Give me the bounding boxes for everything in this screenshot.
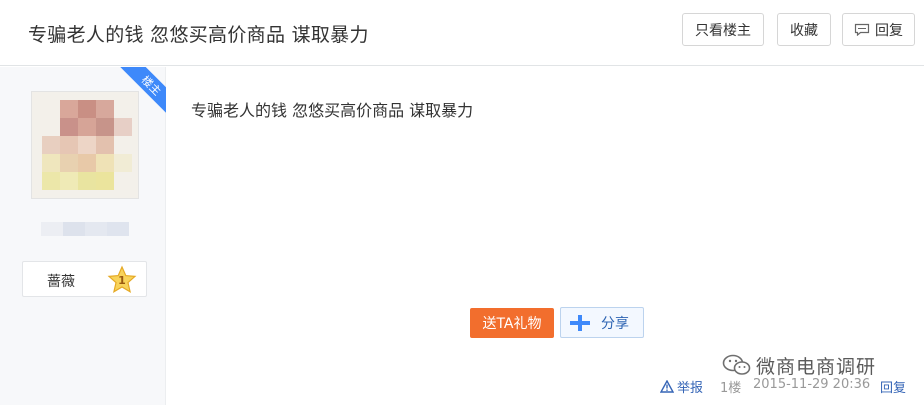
send-gift-button[interactable]: 送TA礼物 [470, 308, 554, 338]
star-level-icon: 1 [107, 265, 137, 295]
share-button[interactable]: 分享 [560, 307, 644, 338]
share-label: 分享 [601, 315, 629, 332]
ribbon-label: 楼主 [138, 73, 164, 99]
warning-icon [660, 380, 674, 393]
favorite-button[interactable]: 收藏 [777, 13, 831, 46]
reply-button[interactable]: 回复 [842, 13, 915, 46]
post-content: 专骗老人的钱 忽悠买高价商品 谋取暴力 [191, 101, 474, 120]
reply-button-label: 回复 [875, 22, 903, 39]
post-footer: 举报 1楼 2015-11-29 20:36 回复 [0, 374, 924, 396]
avatar-image [32, 92, 138, 198]
badge-label: 蔷薇 [47, 274, 75, 290]
floor-number: 1楼 [720, 381, 742, 396]
badge-level: 1 [118, 274, 126, 287]
owner-only-button[interactable]: 只看楼主 [682, 13, 764, 46]
thread-header: 专骗老人的钱 忽悠买高价商品 谋取暴力 只看楼主 收藏 回复 [0, 0, 924, 66]
username-blurred[interactable] [41, 220, 129, 238]
comment-icon [854, 23, 870, 36]
member-badge[interactable]: 蔷薇 1 [22, 261, 147, 297]
post-timestamp: 2015-11-29 20:36 [753, 377, 871, 392]
report-label: 举报 [677, 381, 704, 396]
report-link[interactable]: 举报 [660, 377, 703, 396]
footer-reply-link[interactable]: 回复 [880, 377, 906, 396]
thread-title: 专骗老人的钱 忽悠买高价商品 谋取暴力 [28, 24, 369, 46]
share-plus-icon [567, 313, 593, 333]
avatar[interactable] [31, 91, 139, 199]
